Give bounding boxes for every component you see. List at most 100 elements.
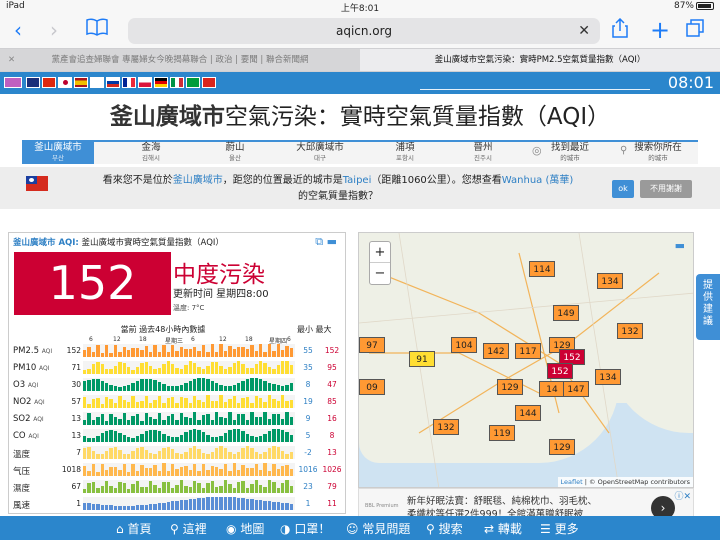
history-bar	[109, 467, 113, 476]
history-bar	[241, 381, 245, 391]
pollutant-row[interactable]: NO2 AQI 57 19 85	[13, 394, 343, 410]
aqi-map-marker[interactable]: 144	[515, 405, 541, 421]
history-bar	[83, 489, 87, 493]
pollutant-row[interactable]: O3 AQI 30 8 47	[13, 377, 343, 393]
history-bar	[276, 447, 280, 459]
flag-it-icon[interactable]	[170, 77, 184, 88]
aqi-map-marker[interactable]: 129	[497, 379, 523, 395]
flag-es-icon[interactable]	[74, 77, 88, 88]
flag-uk-icon[interactable]	[26, 77, 40, 88]
aqi-map-marker[interactable]: 91	[409, 351, 435, 367]
back-icon[interactable]: ‹	[14, 18, 22, 42]
aqi-map-marker[interactable]: 134	[597, 273, 623, 289]
history-bar	[215, 448, 219, 459]
ok-button[interactable]: ok	[612, 180, 634, 198]
share-widget-icon[interactable]: ⧉	[315, 235, 323, 248]
flag-icon[interactable]	[4, 77, 22, 88]
share-icon[interactable]	[612, 17, 628, 43]
history-bar	[83, 420, 87, 425]
nav-gimhae[interactable]: 金海 김해시	[118, 142, 184, 164]
ad-close-icon[interactable]: ⓘ✕	[674, 489, 691, 502]
history-bar	[113, 366, 118, 374]
aqi-map-marker[interactable]: 149	[553, 305, 579, 321]
aqi-map-marker[interactable]: 119	[489, 425, 515, 441]
nav-search-bottom[interactable]: ⚲ 搜索	[426, 520, 463, 537]
nav-more[interactable]: ☰ 更多	[540, 520, 579, 537]
nav-mask[interactable]: ◑ 口罩！	[280, 520, 330, 537]
flag-de-icon[interactable]	[154, 77, 168, 88]
search-input[interactable]	[420, 89, 650, 90]
pollutant-row[interactable]: 濕度 67 23 79	[13, 479, 343, 495]
nav-home[interactable]: ⌂ 首頁	[116, 520, 151, 537]
aqi-map-marker[interactable]: 132	[617, 323, 643, 339]
history-bar	[232, 454, 236, 459]
forward-icon[interactable]: ›	[50, 18, 58, 42]
aqi-map-marker[interactable]: 104	[451, 337, 477, 353]
notice-station-link[interactable]: Wanhua (萬華)	[502, 175, 574, 186]
pollutant-row[interactable]: PM10 AQI 71 35 95	[13, 360, 343, 376]
nav-here[interactable]: ⚲ 這裡	[170, 520, 207, 537]
clear-url-icon[interactable]: ✕	[578, 18, 590, 44]
zoom-out-button[interactable]: −	[370, 263, 390, 284]
history-bar	[144, 413, 148, 425]
nav-ulsan[interactable]: 蔚山 울산	[202, 142, 268, 164]
nav-pohang[interactable]: 浦項 포항시	[372, 142, 438, 164]
aqi-map-marker[interactable]: 129	[549, 439, 575, 455]
aqi-map-marker[interactable]: 147	[563, 381, 589, 397]
leaflet-link[interactable]: Leaflet	[561, 478, 583, 486]
flag-ru-icon[interactable]	[106, 77, 120, 88]
pollutant-name: PM10 AQI	[13, 363, 50, 373]
nav-nearest[interactable]: ◎ 找到最近 的城市	[530, 142, 610, 164]
pollutant-row[interactable]: PM2.5 AQI 152 55 152	[13, 343, 343, 359]
aqi-map-marker[interactable]: 134	[595, 369, 621, 385]
notice-city-link[interactable]: 釜山廣域市	[173, 175, 223, 186]
aqi-map-marker[interactable]: 132	[433, 419, 459, 435]
flag-kr-icon[interactable]	[90, 77, 104, 88]
aqi-map-marker[interactable]: 97	[359, 337, 385, 353]
flag-pl-icon[interactable]	[138, 77, 152, 88]
history-bar	[228, 471, 232, 476]
nav-map[interactable]: ◉ 地圖	[226, 520, 264, 537]
history-bar	[281, 503, 285, 510]
flag-fr-icon[interactable]	[122, 77, 136, 88]
flag-jp-icon[interactable]	[58, 77, 72, 88]
pollutant-row[interactable]: 气压 1018 1016 1026	[13, 462, 343, 478]
nav-busan[interactable]: 釜山廣域市 부산	[22, 142, 94, 164]
new-tab-icon[interactable]: +	[650, 18, 670, 42]
layers-icon[interactable]: ▬	[675, 239, 685, 252]
tabs-icon[interactable]	[686, 18, 704, 42]
feedback-tab[interactable]: 提供建議	[696, 274, 720, 340]
notice-near-link[interactable]: Taipei	[343, 175, 372, 186]
nav-faq[interactable]: ☺ 常見問題	[346, 520, 410, 537]
nav-jinju[interactable]: 晉州 진주시	[450, 142, 516, 164]
pollutant-row[interactable]: 風速 1 1 11	[13, 496, 343, 512]
pollutant-row[interactable]: CO AQI 13 5 8	[13, 428, 343, 444]
nav-repost[interactable]: ⇄ 轉載	[484, 520, 522, 537]
bookmarks-icon[interactable]	[86, 18, 108, 43]
history-bar	[245, 397, 250, 408]
aqi-map[interactable]: 114 134 149 132 97 104 91 142 117 129 152 152 134 129…	[358, 232, 694, 488]
tab-news[interactable]: ✕ 黨產會追查婦聯會 專屬婦女今晚揭幕聯合 | 政治 | 要聞 | 聯合新聞網	[0, 49, 360, 71]
nav-search[interactable]: ⚲ 搜索你所在 的城市	[618, 142, 698, 164]
widget-city[interactable]: 釜山廣域市 AQI:	[13, 238, 79, 248]
aqi-map-marker[interactable]: 117	[515, 343, 541, 359]
aqi-map-marker[interactable]: 114	[529, 261, 555, 277]
aqi-map-marker[interactable]: 152	[547, 363, 573, 379]
aqi-map-marker[interactable]: 14	[539, 381, 565, 397]
tab-aqicn[interactable]: 釜山廣域市空氣污染：實時PM2.5空氣質量指數（AQI）	[360, 49, 720, 71]
pollutant-row[interactable]: SO2 AQI 13 9 16	[13, 411, 343, 427]
history-bar	[232, 463, 236, 476]
no-thanks-button[interactable]: 不用謝謝	[640, 180, 692, 198]
url-bar[interactable]: aqicn.org ✕	[128, 18, 600, 44]
embed-icon[interactable]: ▬	[327, 235, 337, 248]
flag-cn-icon[interactable]	[42, 77, 56, 88]
history-bar	[237, 470, 241, 476]
pollutant-row[interactable]: 溫度 7 -2 13	[13, 445, 343, 461]
zoom-in-button[interactable]: +	[370, 242, 390, 263]
nav-daegu[interactable]: 大邱廣域市 대구	[280, 142, 360, 164]
aqi-map-marker[interactable]: 09	[359, 379, 385, 395]
close-tab-icon[interactable]: ✕	[8, 49, 15, 71]
flag-vn-icon[interactable]	[202, 77, 216, 88]
flag-br-icon[interactable]	[186, 77, 200, 88]
aqi-map-marker[interactable]: 142	[483, 343, 509, 359]
